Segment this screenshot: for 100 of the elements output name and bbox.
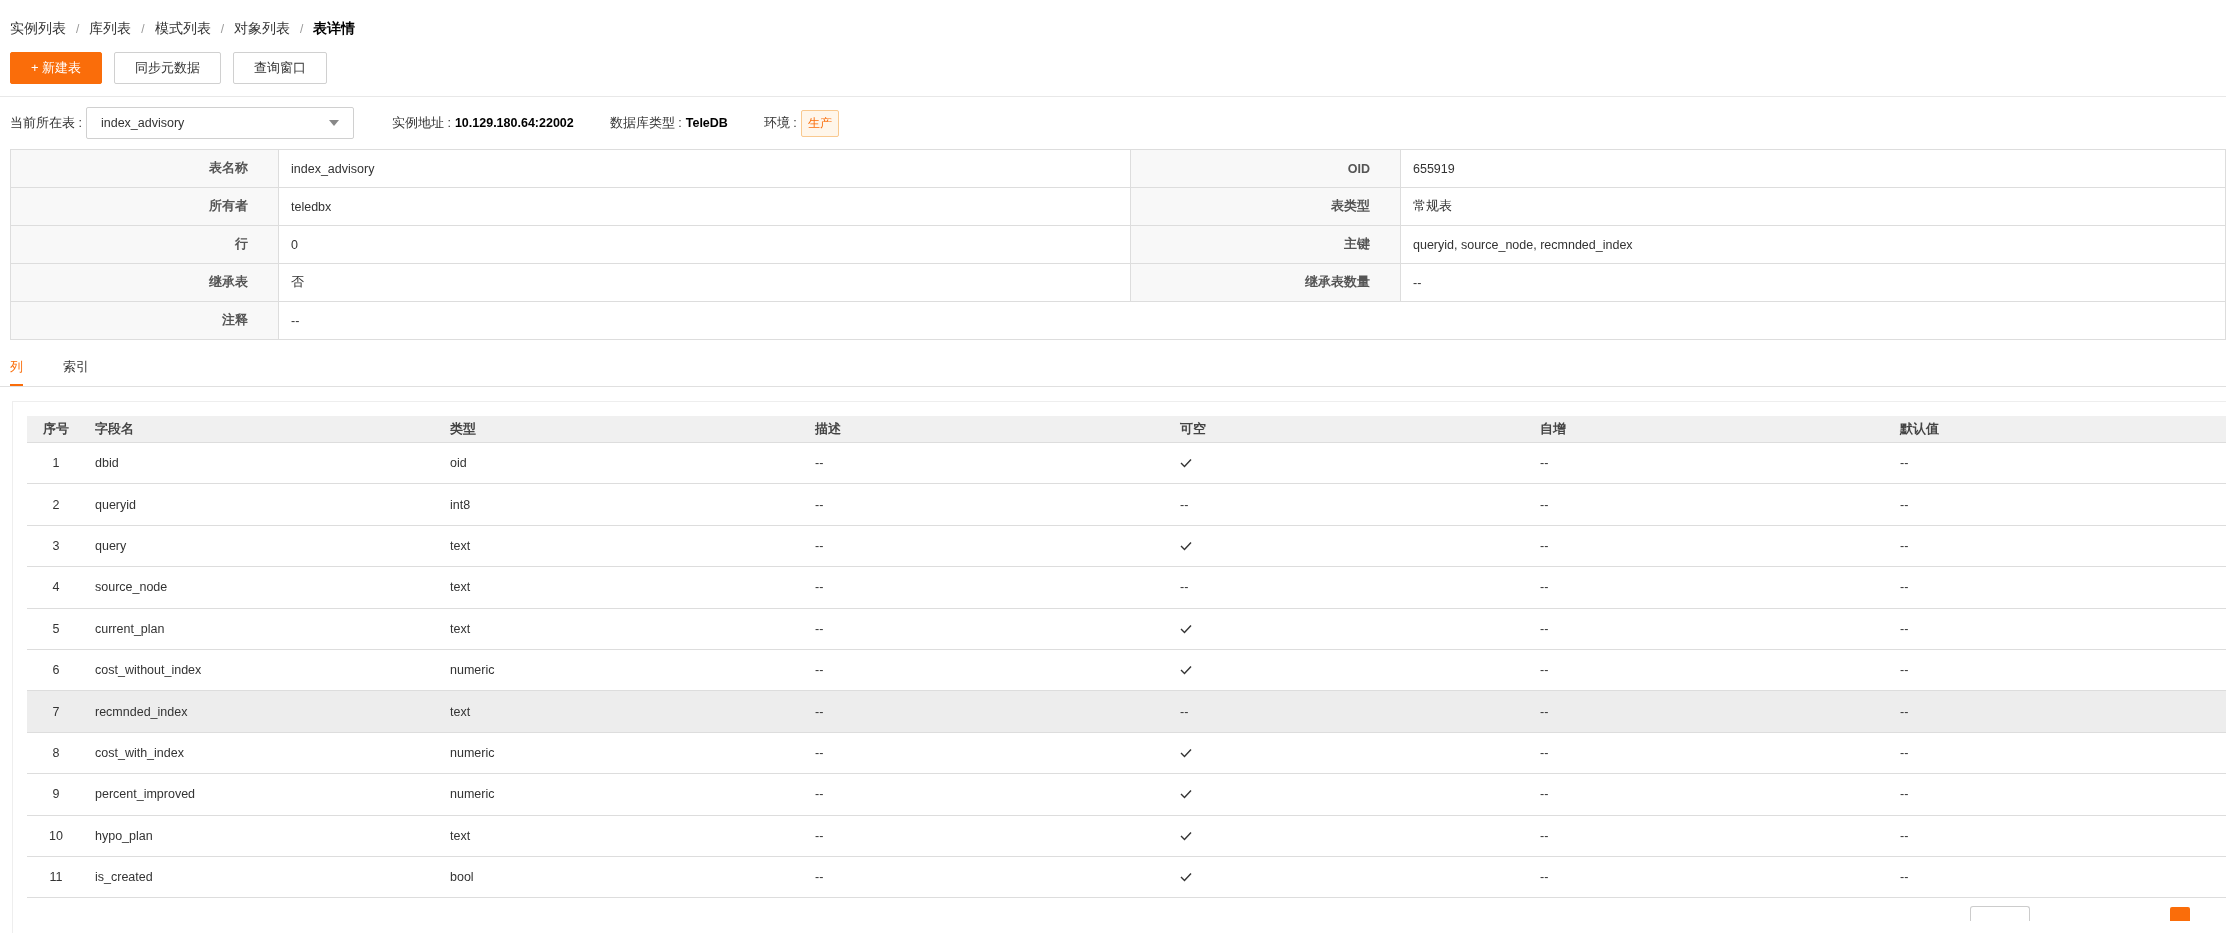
table-cell-text: -- <box>1180 704 1189 719</box>
table-cell: cost_with_index <box>85 732 440 774</box>
table-cell: numeric <box>440 732 805 774</box>
database-type-value: TeleDB <box>685 116 728 130</box>
tab[interactable]: 索引 <box>63 350 89 386</box>
table-cell: 3 <box>27 525 85 567</box>
breadcrumb-separator: / <box>141 22 145 36</box>
table-cell: -- <box>805 442 1170 484</box>
table-cell: -- <box>805 773 1170 815</box>
table-row[interactable]: 3 query text -- -- -- <box>27 525 2226 567</box>
table-cell: 6 <box>27 649 85 691</box>
environment-tag: 生产 <box>800 109 839 137</box>
table-cell: -- <box>1530 815 1890 857</box>
table-cell: is_created <box>85 856 440 898</box>
table-cell: text <box>440 815 805 857</box>
table-row[interactable]: 8 cost_with_index numeric -- -- -- <box>27 732 2226 774</box>
breadcrumb-item[interactable]: 实例列表 <box>10 20 66 38</box>
table-cell: -- <box>1890 525 2226 567</box>
property-label: 注释 <box>11 302 279 340</box>
table-cell: oid <box>440 442 805 484</box>
property-value: queryid, source_node, recmnded_index <box>1401 226 2226 264</box>
table-cell: -- <box>1530 483 1890 526</box>
table-cell: recmnded_index <box>85 690 440 733</box>
property-value: 0 <box>279 226 1131 264</box>
column-header: 字段名 <box>85 416 440 443</box>
table-cell: -- <box>805 483 1170 526</box>
table-cell: -- <box>1890 815 2226 857</box>
property-value: -- <box>1401 264 2226 302</box>
table-cell: -- <box>1530 690 1890 733</box>
column-header: 自增 <box>1530 416 1890 443</box>
table-row[interactable]: 2 queryid int8 -- -- -- -- <box>27 483 2226 526</box>
property-value: teledbx <box>279 188 1131 226</box>
table-cell: -- <box>1890 856 2226 898</box>
table-cell-text: -- <box>1180 580 1189 595</box>
table-cell: queryid <box>85 483 440 526</box>
table-cell: -- <box>1530 732 1890 774</box>
table-cell: cost_without_index <box>85 649 440 691</box>
table-cell: 9 <box>27 773 85 815</box>
table-cell: text <box>440 690 805 733</box>
table-select[interactable]: index_advisory <box>85 107 354 139</box>
table-cell: -- <box>1530 525 1890 567</box>
breadcrumb-separator: / <box>76 22 80 36</box>
property-label: 所有者 <box>11 188 279 226</box>
table-cell: bool <box>440 856 805 898</box>
table-row[interactable]: 6 cost_without_index numeric -- -- -- <box>27 649 2226 691</box>
column-header: 默认值 <box>1890 416 2226 443</box>
table-cell: -- <box>805 690 1170 733</box>
table-row[interactable]: 7 recmnded_index text -- -- -- -- <box>27 690 2226 733</box>
table-cell: source_node <box>85 566 440 609</box>
table-cell: -- <box>1890 442 2226 484</box>
table-row[interactable]: 11 is_created bool -- -- -- <box>27 856 2226 898</box>
breadcrumb-item[interactable]: 库列表 <box>89 20 132 38</box>
table-row[interactable]: 1 dbid oid -- -- -- <box>27 442 2226 484</box>
table-cell: 2 <box>27 483 85 526</box>
table-cell-text: -- <box>1180 497 1189 512</box>
table-cell: -- <box>1890 566 2226 609</box>
table-row[interactable]: 5 current_plan text -- -- -- <box>27 608 2226 650</box>
table-cell: -- <box>1530 566 1890 609</box>
table-row[interactable]: 4 source_node text -- -- -- -- <box>27 566 2226 609</box>
environment-label: 环境 : <box>763 114 797 132</box>
property-label: 表名称 <box>11 150 279 188</box>
table-cell: -- <box>1890 690 2226 733</box>
property-value: 655919 <box>1401 150 2226 188</box>
current-page-button[interactable] <box>2170 906 2190 921</box>
table-cell: percent_improved <box>85 773 440 815</box>
property-label: 行 <box>11 226 279 264</box>
table-cell: -- <box>805 815 1170 857</box>
table-cell: int8 <box>440 483 805 526</box>
table-cell: 10 <box>27 815 85 857</box>
table-cell: -- <box>1530 442 1890 484</box>
table-cell: -- <box>805 608 1170 650</box>
column-header: 序号 <box>27 416 85 443</box>
table-cell: -- <box>805 732 1170 774</box>
page-size-select[interactable] <box>1970 906 2030 922</box>
table-cell: -- <box>1890 732 2226 774</box>
breadcrumb-item: 表详情 <box>313 20 356 38</box>
property-label: 表类型 <box>1131 188 1401 226</box>
column-header: 类型 <box>440 416 805 443</box>
table-cell: 11 <box>27 856 85 898</box>
table-row[interactable]: 10 hypo_plan text -- -- -- <box>27 815 2226 857</box>
toolbar-button[interactable]: 查询窗口 <box>233 52 328 84</box>
table-cell: dbid <box>85 442 440 484</box>
breadcrumb-item[interactable]: 模式列表 <box>154 20 211 38</box>
instance-address-label: 实例地址 : <box>391 114 451 132</box>
table-cell: -- <box>805 525 1170 567</box>
table-cell: -- <box>1890 649 2226 691</box>
property-value: -- <box>279 302 2226 340</box>
table-cell: -- <box>1530 649 1890 691</box>
caret-icon <box>328 120 339 126</box>
toolbar-button[interactable]: 同步元数据 <box>114 52 222 84</box>
table-cell: text <box>440 566 805 609</box>
table-cell: -- <box>1890 773 2226 815</box>
table-row[interactable]: 9 percent_improved numeric -- -- -- <box>27 773 2226 815</box>
table-cell: -- <box>1530 856 1890 898</box>
property-value: index_advisory <box>279 150 1131 188</box>
table-cell: 7 <box>27 690 85 733</box>
table-cell: -- <box>805 856 1170 898</box>
breadcrumb-separator: / <box>220 22 225 36</box>
breadcrumb-item[interactable]: 对象列表 <box>234 20 291 38</box>
column-header: 描述 <box>805 416 1170 443</box>
